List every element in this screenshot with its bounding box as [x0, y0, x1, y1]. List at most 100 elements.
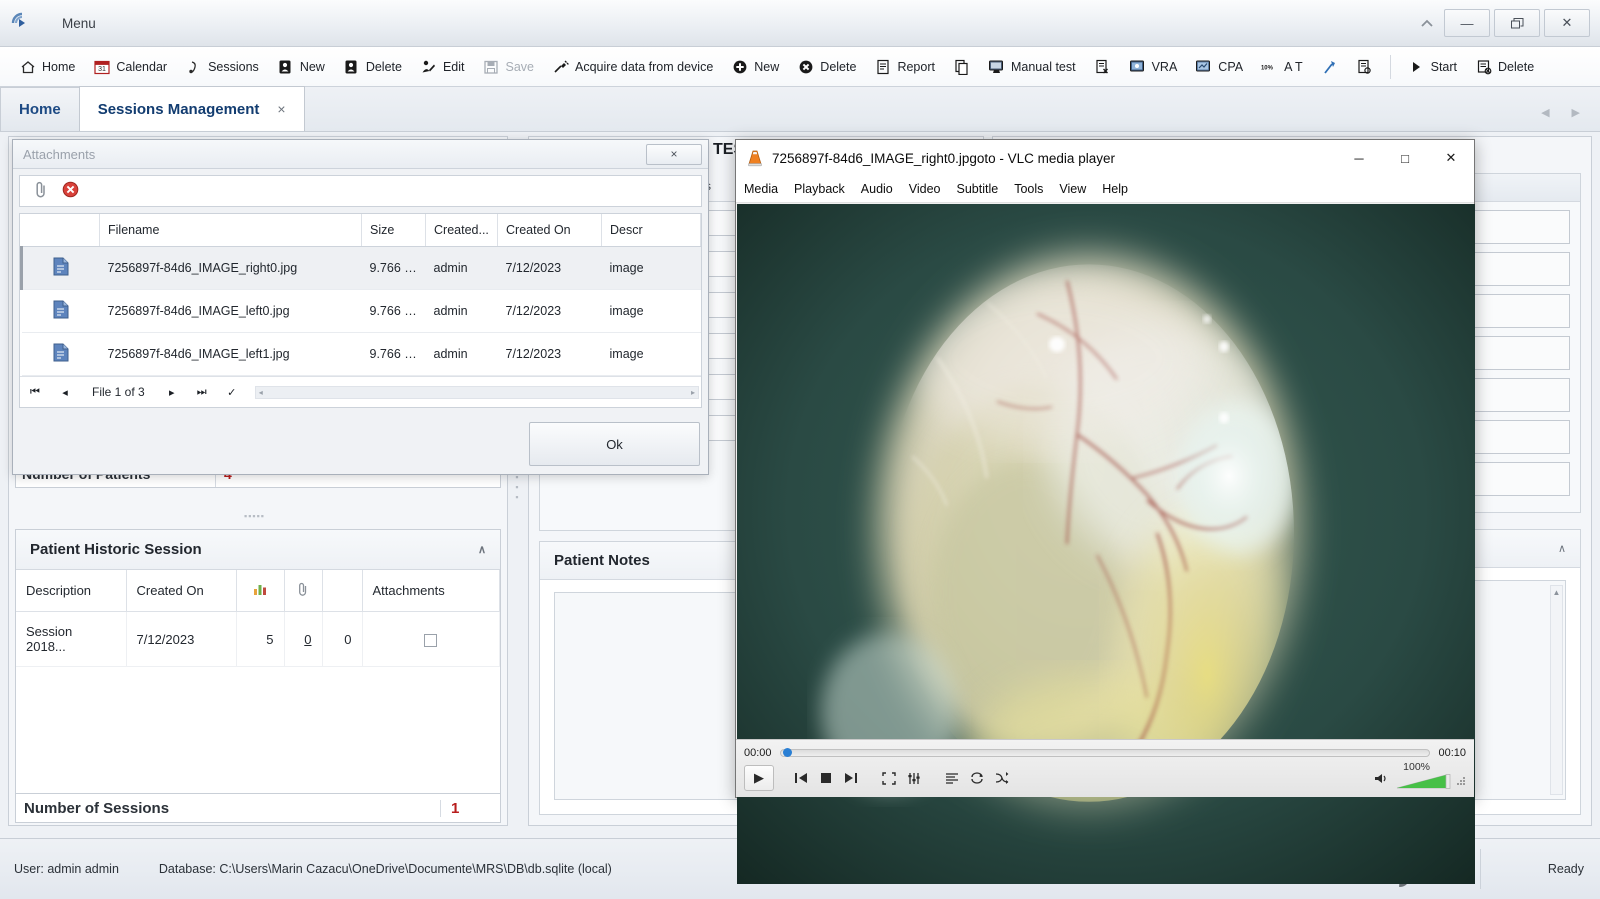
random-button[interactable] [991, 767, 1013, 789]
checkbox-icon[interactable] [424, 633, 438, 647]
vlc-minimize-button[interactable]: ─ [1336, 140, 1382, 176]
scroll-left-icon[interactable]: ◂ [259, 388, 263, 397]
ribbon-document-delete-button[interactable] [1085, 52, 1120, 82]
ribbon-start-button[interactable]: Start [1399, 52, 1466, 82]
vlc-menu-view[interactable]: View [1059, 182, 1086, 196]
col-created-on[interactable]: Created On [497, 214, 602, 247]
row-file-icon-cell [21, 289, 100, 333]
ribbon-tuning-fork-button[interactable] [1312, 52, 1347, 82]
vlc-menu-audio[interactable]: Audio [861, 182, 893, 196]
tab-sessions-management[interactable]: Sessions Management × [78, 86, 305, 131]
remove-icon[interactable] [62, 181, 79, 201]
next-page-button[interactable]: ▸ [157, 386, 187, 399]
ribbon-collapse-icon[interactable] [1414, 10, 1440, 36]
col-descr[interactable]: Descr [601, 214, 701, 247]
ribbon-acquire-device-button[interactable]: Acquire data from device [543, 52, 722, 82]
volume-slider[interactable] [1396, 774, 1452, 789]
tab-prev-icon[interactable]: ◀ [1541, 106, 1549, 119]
ribbon-vra-button[interactable]: VRA [1120, 52, 1187, 82]
ribbon-home-button[interactable]: Home [10, 52, 84, 82]
chevron-up-icon[interactable]: ∧ [1558, 542, 1566, 555]
previous-button[interactable] [790, 767, 812, 789]
ribbon-save-button[interactable]: Save [474, 52, 544, 82]
col-created-by[interactable]: Created... [425, 214, 498, 247]
loop-button[interactable] [966, 767, 988, 789]
last-page-button[interactable]: ⏭ [187, 386, 217, 399]
attachments-header-row: Filename Size Created... Created On Desc… [21, 214, 701, 247]
col-description[interactable]: Description [16, 570, 127, 612]
ribbon-new-patient-button[interactable]: New [268, 52, 334, 82]
cell-attachments-checkbox[interactable] [362, 611, 500, 667]
ribbon-calendar-button[interactable]: 31 Calendar [84, 52, 176, 82]
vlc-menu-tools[interactable]: Tools [1014, 182, 1043, 196]
cell-attach-count[interactable]: 0 [284, 611, 323, 667]
ribbon-sessions-button[interactable]: Sessions [176, 52, 268, 82]
col-blank[interactable] [322, 570, 363, 612]
tab-next-icon[interactable]: ▶ [1572, 106, 1580, 119]
status-database: Database: C:\Users\Marin Cazacu\OneDrive… [158, 862, 612, 876]
col-created-on[interactable]: Created On [126, 570, 237, 612]
playlist-button[interactable] [941, 767, 963, 789]
vlc-menu-help[interactable]: Help [1102, 182, 1128, 196]
close-icon[interactable]: × [277, 101, 285, 117]
ribbon-edit-button[interactable]: Edit [411, 52, 474, 82]
chevron-up-icon[interactable]: ∧ [478, 543, 486, 556]
ribbon-delete-patient-button[interactable]: Delete [334, 52, 411, 82]
confirm-icon[interactable]: ✓ [217, 386, 247, 399]
vlc-menu-playback[interactable]: Playback [794, 182, 845, 196]
ribbon-new-session-button[interactable]: New [722, 52, 788, 82]
ok-button[interactable]: Ok [529, 422, 700, 466]
first-page-button[interactable]: ⏮ [20, 386, 50, 399]
menu-label[interactable]: Menu [62, 16, 96, 31]
ribbon-document-settings-button[interactable] [1347, 52, 1382, 82]
resize-grip-icon[interactable] [1456, 774, 1466, 789]
scroll-right-icon[interactable]: ▸ [691, 388, 695, 397]
vlc-maximize-button[interactable]: □ [1382, 140, 1428, 176]
tab-home[interactable]: Home [0, 87, 80, 131]
attachments-toolbar [19, 175, 702, 207]
col-attachment[interactable] [284, 570, 323, 612]
prev-page-button[interactable]: ◂ [50, 386, 80, 399]
vlc-menu-video[interactable]: Video [909, 182, 941, 196]
vlc-window-controls: ─ □ ✕ [1336, 140, 1474, 176]
notes-scrollbar[interactable]: ▲ [1550, 585, 1563, 795]
col-filename[interactable]: Filename [99, 214, 362, 247]
table-row[interactable]: 7256897f-84d6_IMAGE_right0.jpg 9.766 … a… [20, 246, 701, 290]
close-button[interactable]: ✕ [1544, 9, 1590, 37]
restore-button[interactable] [1494, 9, 1540, 37]
table-row[interactable]: 7256897f-84d6_IMAGE_left0.jpg 9.766 … ad… [21, 289, 701, 333]
ribbon-delete-record-button[interactable]: Delete [1466, 52, 1543, 82]
attachments-dialog-close-button[interactable]: × [646, 143, 702, 165]
vlc-close-button[interactable]: ✕ [1428, 140, 1474, 176]
ribbon-audiometry-tone-button[interactable]: 10% A T [1252, 52, 1312, 82]
table-row[interactable]: Session 2018... 7/12/2023 5 0 0 [16, 611, 500, 667]
play-button[interactable]: ▶ [744, 765, 774, 791]
stop-button[interactable] [815, 767, 837, 789]
extended-settings-button[interactable] [903, 767, 925, 789]
scroll-up-icon[interactable]: ▲ [1551, 586, 1562, 599]
horizontal-splitter[interactable]: ▪▪▪▪▪ [244, 511, 272, 521]
ribbon-document-copy-button[interactable] [944, 52, 979, 82]
mute-icon[interactable] [1370, 767, 1392, 789]
vertical-splitter[interactable]: ▪▪▪ [512, 472, 522, 502]
paperclip-icon[interactable] [34, 181, 48, 201]
minimize-button[interactable]: — [1444, 9, 1490, 37]
vlc-seek-handle[interactable] [782, 747, 792, 757]
table-row[interactable]: 7256897f-84d6_IMAGE_left1.jpg 9.766 … ad… [21, 332, 701, 376]
next-button[interactable] [840, 767, 862, 789]
vlc-seek-slider[interactable] [779, 747, 1431, 757]
ribbon-cpa-button[interactable]: CPA [1186, 52, 1252, 82]
ribbon-manual-test-button[interactable]: Manual test [979, 52, 1085, 82]
col-size[interactable]: Size [361, 214, 426, 247]
chart-icon [253, 584, 267, 599]
fullscreen-button[interactable] [878, 767, 900, 789]
horizontal-scrollbar[interactable]: ◂ ▸ [254, 385, 699, 399]
ribbon-delete-session-button[interactable]: Delete [788, 52, 865, 82]
col-attachments[interactable]: Attachments [362, 570, 500, 612]
ribbon-report-button[interactable]: Report [865, 52, 944, 82]
vlc-menu-subtitle[interactable]: Subtitle [957, 182, 999, 196]
cell-descr: image [601, 246, 701, 290]
col-chart[interactable] [236, 570, 285, 612]
vlc-menu-media[interactable]: Media [744, 182, 778, 196]
cell-filename: 7256897f-84d6_IMAGE_left0.jpg [99, 289, 362, 333]
